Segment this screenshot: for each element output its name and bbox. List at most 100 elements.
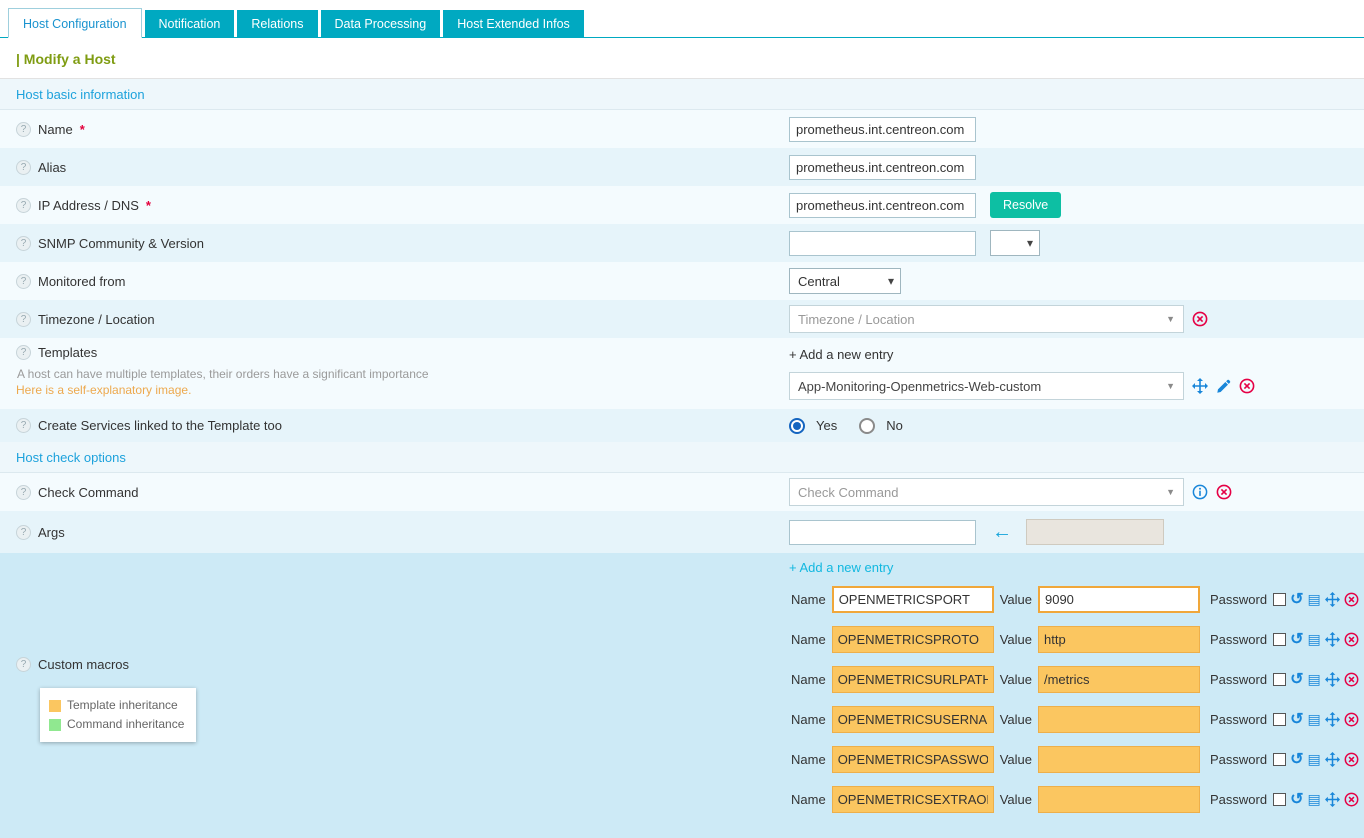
- macro-password-checkbox[interactable]: [1273, 753, 1286, 766]
- macro-password-checkbox[interactable]: [1273, 593, 1286, 606]
- macro-name-input[interactable]: [832, 746, 994, 773]
- macro-value-label: Value: [1000, 672, 1032, 687]
- help-icon[interactable]: [16, 345, 31, 360]
- macro-undo-icon[interactable]: [1290, 712, 1303, 727]
- macro-name-input[interactable]: [832, 586, 994, 613]
- macro-name-input[interactable]: [832, 706, 994, 733]
- help-icon[interactable]: [16, 274, 31, 289]
- check-command-select[interactable]: Check Command: [789, 478, 1184, 506]
- tab-host-extended-infos[interactable]: Host Extended Infos: [443, 10, 584, 37]
- help-icon[interactable]: [16, 418, 31, 433]
- dropdown-arrow-icon: [1166, 487, 1175, 497]
- args-disabled-input: [1026, 519, 1164, 545]
- template-move-icon[interactable]: [1192, 378, 1208, 394]
- macro-password-checkbox[interactable]: [1273, 673, 1286, 686]
- templates-note-link[interactable]: Here is a self-explanatory image.: [16, 383, 789, 397]
- section-host-basic-information: Host basic information: [0, 79, 1364, 110]
- legend-swatch: [49, 700, 61, 712]
- alias-input[interactable]: [789, 155, 976, 180]
- required-mark: *: [80, 122, 85, 137]
- help-icon[interactable]: [16, 525, 31, 540]
- macro-name-label: Name: [791, 792, 826, 807]
- row-monitored-from: Monitored from Central: [0, 262, 1364, 300]
- monitored-from-select[interactable]: Central: [789, 268, 901, 294]
- check-command-clear-icon[interactable]: [1216, 484, 1232, 500]
- check-command-info-icon[interactable]: [1192, 484, 1208, 500]
- snmp-version-select[interactable]: [990, 230, 1040, 256]
- dropdown-arrow-icon: [1166, 381, 1175, 391]
- macro-list-icon[interactable]: [1307, 672, 1320, 687]
- help-icon[interactable]: [16, 198, 31, 213]
- macro-delete-icon[interactable]: [1344, 592, 1359, 607]
- macro-undo-icon[interactable]: [1290, 752, 1303, 767]
- macro-list-icon[interactable]: [1307, 752, 1320, 767]
- help-icon[interactable]: [16, 122, 31, 137]
- macro-delete-icon[interactable]: [1344, 672, 1359, 687]
- macro-name-input[interactable]: [832, 666, 994, 693]
- resolve-button[interactable]: Resolve: [990, 192, 1061, 218]
- help-icon[interactable]: [16, 160, 31, 175]
- macro-undo-icon[interactable]: [1290, 792, 1303, 807]
- name-input[interactable]: [789, 117, 976, 142]
- macro-delete-icon[interactable]: [1344, 712, 1359, 727]
- timezone-select[interactable]: Timezone / Location: [789, 305, 1184, 333]
- help-icon[interactable]: [16, 312, 31, 327]
- help-icon[interactable]: [16, 657, 31, 672]
- tab-host-configuration[interactable]: Host Configuration: [8, 8, 142, 38]
- custom-macros-label: Custom macros: [38, 657, 129, 672]
- macro-password-checkbox[interactable]: [1273, 633, 1286, 646]
- monitored-from-value: Central: [798, 274, 840, 289]
- macro-undo-icon[interactable]: [1290, 592, 1303, 607]
- macro-move-icon[interactable]: [1325, 792, 1340, 807]
- tab-relations[interactable]: Relations: [237, 10, 317, 37]
- create-services-no-radio[interactable]: [859, 418, 875, 434]
- macro-row: Name Value Password: [789, 626, 1364, 653]
- timezone-label: Timezone / Location: [38, 312, 155, 327]
- ip-label: IP Address / DNS: [38, 198, 139, 213]
- template-select[interactable]: App-Monitoring-Openmetrics-Web-custom: [789, 372, 1184, 400]
- macro-delete-icon[interactable]: [1344, 792, 1359, 807]
- macro-move-icon[interactable]: [1325, 592, 1340, 607]
- template-edit-icon[interactable]: [1216, 379, 1231, 394]
- macro-delete-icon[interactable]: [1344, 632, 1359, 647]
- tab-data-processing[interactable]: Data Processing: [321, 10, 441, 37]
- macro-list-icon[interactable]: [1307, 712, 1320, 727]
- tab-notification[interactable]: Notification: [145, 10, 235, 37]
- help-icon[interactable]: [16, 236, 31, 251]
- timezone-clear-icon[interactable]: [1192, 311, 1208, 327]
- macros-add-entry-link[interactable]: + Add a new entry: [789, 557, 893, 577]
- page-title: | Modify a Host: [0, 38, 1364, 78]
- macro-password-checkbox[interactable]: [1273, 793, 1286, 806]
- macro-name-input[interactable]: [832, 786, 994, 813]
- macro-move-icon[interactable]: [1325, 632, 1340, 647]
- radio-no-label: No: [886, 418, 903, 433]
- macro-move-icon[interactable]: [1325, 712, 1340, 727]
- snmp-community-input[interactable]: [789, 231, 976, 256]
- macro-value-input[interactable]: [1038, 666, 1200, 693]
- macro-list-icon[interactable]: [1307, 592, 1320, 607]
- macro-value-input[interactable]: [1038, 586, 1200, 613]
- args-label: Args: [38, 525, 65, 540]
- macro-name-input[interactable]: [832, 626, 994, 653]
- macro-password-checkbox[interactable]: [1273, 713, 1286, 726]
- macro-password-label: Password: [1210, 752, 1267, 767]
- template-delete-icon[interactable]: [1239, 378, 1255, 394]
- macro-undo-icon[interactable]: [1290, 672, 1303, 687]
- macro-move-icon[interactable]: [1325, 752, 1340, 767]
- help-icon[interactable]: [16, 485, 31, 500]
- macro-row: Name Value Password: [789, 746, 1364, 773]
- macro-value-input[interactable]: [1038, 746, 1200, 773]
- macro-value-input[interactable]: [1038, 626, 1200, 653]
- template-select-value: App-Monitoring-Openmetrics-Web-custom: [798, 379, 1041, 394]
- ip-input[interactable]: [789, 193, 976, 218]
- args-input[interactable]: [789, 520, 976, 545]
- macro-value-input[interactable]: [1038, 786, 1200, 813]
- macro-move-icon[interactable]: [1325, 672, 1340, 687]
- macro-delete-icon[interactable]: [1344, 752, 1359, 767]
- macro-undo-icon[interactable]: [1290, 632, 1303, 647]
- templates-add-entry-link[interactable]: + Add a new entry: [789, 345, 893, 362]
- macro-list-icon[interactable]: [1307, 792, 1320, 807]
- macro-value-input[interactable]: [1038, 706, 1200, 733]
- macro-list-icon[interactable]: [1307, 632, 1320, 647]
- create-services-yes-radio[interactable]: [789, 418, 805, 434]
